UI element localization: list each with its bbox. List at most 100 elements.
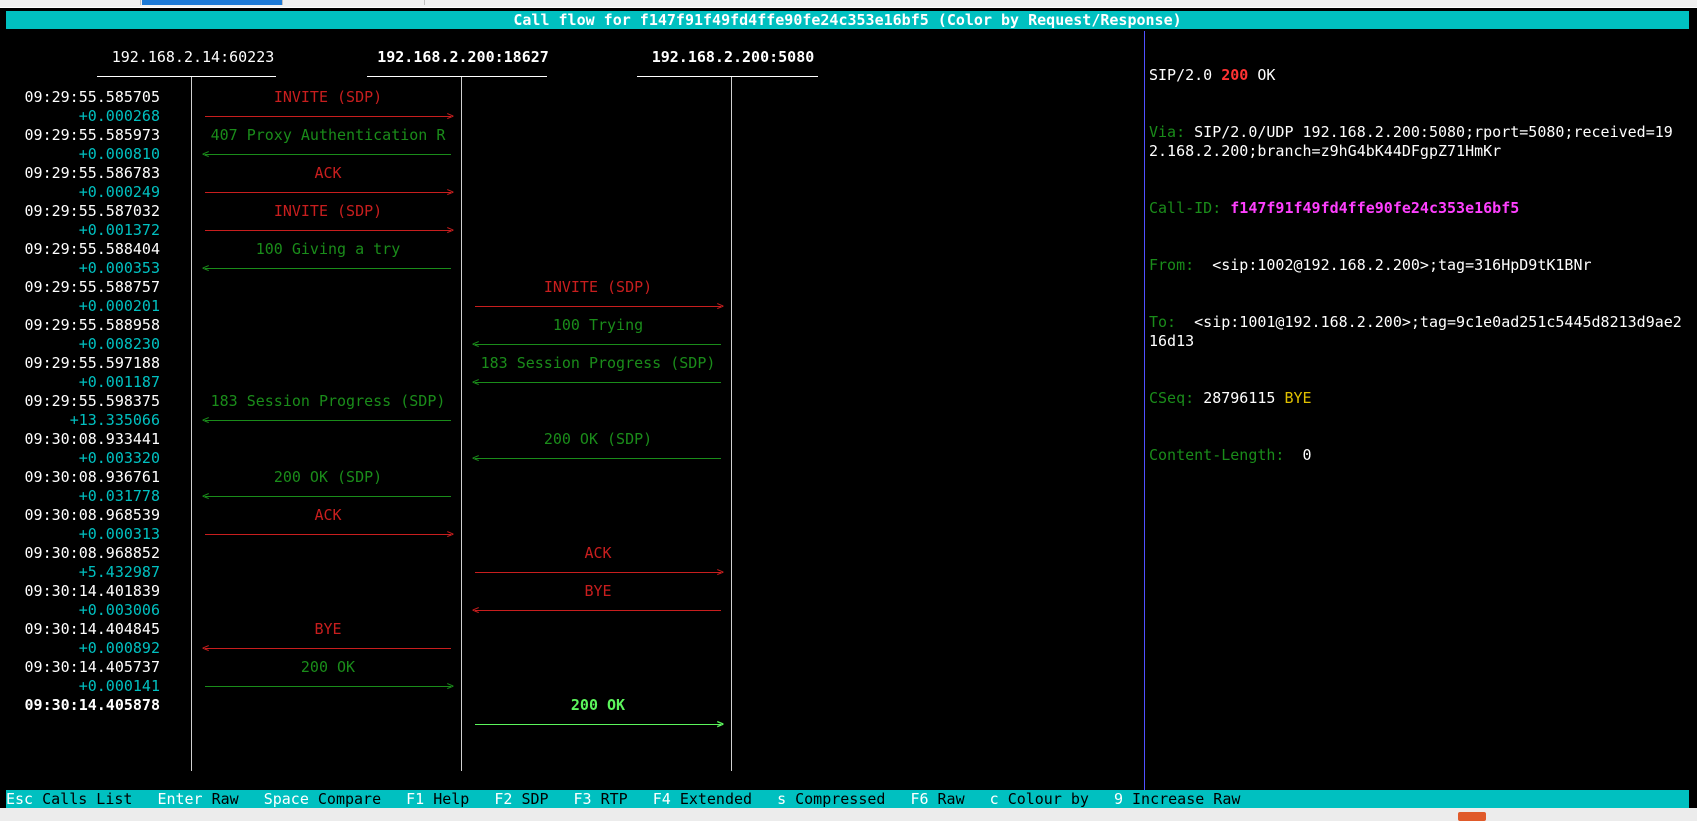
shortcut-key: 9 (1113, 790, 1123, 808)
flow-message-row[interactable]: 09:30:14.405878 200 OK > (0, 696, 1140, 734)
flow-message-row[interactable]: 09:29:55.588757 +0.000201 INVITE (SDP) > (0, 278, 1140, 316)
flow-message-row[interactable]: 09:29:55.588404 +0.000353 100 Giving a try… (0, 240, 1140, 278)
shortcut-item[interactable]: Enter Raw (157, 790, 238, 808)
arrow-right-icon: > (716, 299, 724, 313)
message-delta: +0.003320 (78, 449, 160, 467)
shortcut-item[interactable]: Esc Calls List (6, 790, 132, 808)
message-delta: +0.000313 (78, 525, 160, 543)
message-arrow: < (472, 338, 721, 350)
message-label: INVITE (SDP) (543, 278, 653, 296)
message-timestamp: 09:29:55.588757 (24, 278, 160, 296)
message-arrow: > (205, 224, 454, 236)
message-label: BYE (314, 620, 342, 638)
message-timestamp: 09:29:55.597188 (24, 354, 160, 372)
shortcut-item[interactable]: F1 Help (406, 790, 469, 808)
message-arrow: < (472, 376, 721, 388)
shortcut-label: Extended (679, 790, 753, 808)
flow-message-row[interactable]: 09:30:08.968852 +5.432987 ACK > (0, 544, 1140, 582)
message-label: 200 OK (SDP) (273, 468, 383, 486)
shortcut-item[interactable]: s Compressed (777, 790, 885, 808)
message-label: BYE (584, 582, 612, 600)
message-timestamp: 09:29:55.585973 (24, 126, 160, 144)
raw-message-panel: SIP/2.0 200 OK Via: SIP/2.0/UDP 192.168.… (1149, 28, 1689, 503)
host-label: 192.168.2.200:5080 (651, 48, 815, 66)
shortcut-item[interactable]: F3 RTP (574, 790, 628, 808)
shortcut-item[interactable]: Space Compare (264, 790, 381, 808)
flow-message-row[interactable]: 09:29:55.587032 +0.001372 INVITE (SDP) > (0, 202, 1140, 240)
flow-message-row[interactable]: 09:29:55.585973 +0.000810 407 Proxy Authen… (0, 126, 1140, 164)
message-arrow: > (205, 186, 454, 198)
shortcut-item[interactable]: c Colour by (990, 790, 1089, 808)
message-label: ACK (584, 544, 612, 562)
content-length-header: Content-Length: 0 (1149, 446, 1312, 464)
message-arrow: > (475, 718, 724, 730)
message-delta: +0.000353 (78, 259, 160, 277)
flow-message-row[interactable]: 09:29:55.586783 +0.000249 ACK > (0, 164, 1140, 202)
message-delta: +0.000268 (78, 107, 160, 125)
arrow-left-icon: < (202, 641, 210, 655)
message-arrow: > (205, 528, 454, 540)
message-label: ACK (314, 164, 342, 182)
shortcut-key: F2 (494, 790, 513, 808)
message-label: INVITE (SDP) (273, 88, 383, 106)
message-label: 100 Giving a try (255, 240, 401, 258)
message-delta: +0.000141 (78, 677, 160, 695)
shortcut-key: F4 (652, 790, 671, 808)
window-tab[interactable] (284, 0, 425, 5)
shortcut-key: c (989, 790, 999, 808)
message-arrow: < (472, 452, 721, 464)
arrow-right-icon: > (716, 717, 724, 731)
flow-message-row[interactable]: 09:29:55.588958 +0.008230 100 Trying < (0, 316, 1140, 354)
flow-message-row[interactable]: 09:30:08.968539 +0.000313 ACK > (0, 506, 1140, 544)
flow-message-row[interactable]: 09:30:14.401839 +0.003006 BYE < (0, 582, 1140, 620)
flow-message-row[interactable]: 09:29:55.597188 +0.001187 183 Session Prog… (0, 354, 1140, 392)
flow-message-row[interactable]: 09:30:08.933441 +0.003320 200 OK (SDP) < (0, 430, 1140, 468)
flow-message-row[interactable]: 09:30:08.936761 +0.031778 200 OK (SDP) < (0, 468, 1140, 506)
message-timestamp: 09:29:55.598375 (24, 392, 160, 410)
shortcut-item[interactable]: F6 Raw (910, 790, 964, 808)
message-delta: +5.432987 (78, 563, 160, 581)
flow-message-row[interactable]: 09:29:55.585705 +0.000268 INVITE (SDP) > (0, 88, 1140, 126)
panel-separator (1144, 31, 1145, 797)
shortcut-item[interactable]: F2 SDP (494, 790, 548, 808)
shortcut-key: s (777, 790, 787, 808)
message-arrow: < (202, 414, 451, 426)
terminal-screen: Call flow for f147f91f49fd4ffe90fe24c353… (0, 8, 1697, 808)
message-delta: +0.001187 (78, 373, 160, 391)
shortcut-item[interactable]: 9 Increase Raw (1114, 790, 1240, 808)
arrow-left-icon: < (202, 489, 210, 503)
message-delta: +0.008230 (78, 335, 160, 353)
message-arrow: < (202, 262, 451, 274)
call-flow-title: Call flow for f147f91f49fd4ffe90fe24c353… (6, 11, 1689, 29)
window-tab-active[interactable] (142, 0, 283, 5)
shortcut-label: SDP (521, 790, 549, 808)
message-timestamp: 09:29:55.588404 (24, 240, 160, 258)
flow-message-row[interactable]: 09:29:55.598375 +13.335066 183 Session Pro… (0, 392, 1140, 430)
status-code: 200 (1221, 66, 1249, 84)
message-label: 407 Proxy Authentication R (210, 126, 446, 144)
arrow-right-icon: > (446, 223, 454, 237)
message-timestamp: 09:29:55.587032 (24, 202, 160, 220)
status-line: SIP/2.0 200 OK (1149, 66, 1276, 84)
message-timestamp: 09:30:08.968539 (24, 506, 160, 524)
arrow-left-icon: < (202, 147, 210, 161)
message-timestamp: 09:30:14.401839 (24, 582, 160, 600)
message-arrow: > (475, 566, 724, 578)
message-label: INVITE (SDP) (273, 202, 383, 220)
message-timestamp: 09:30:14.405737 (24, 658, 160, 676)
app-icon[interactable] (1458, 812, 1486, 821)
message-timestamp: 09:30:08.936761 (24, 468, 160, 486)
message-delta: +13.335066 (69, 411, 160, 429)
window-tab[interactable] (0, 0, 141, 5)
shortcut-item[interactable]: F4 Extended (653, 790, 752, 808)
shortcut-key: F1 (406, 790, 425, 808)
flow-message-row[interactable]: 09:30:14.405737 +0.000141 200 OK > (0, 658, 1140, 696)
arrow-right-icon: > (446, 679, 454, 693)
shortcut-label: Increase Raw (1132, 790, 1241, 808)
flow-message-row[interactable]: 09:30:14.404845 +0.000892 BYE < (0, 620, 1140, 658)
callid-header: Call-ID: f147f91f49fd4ffe90fe24c353e16bf… (1149, 199, 1520, 217)
shortcut-bar: Esc Calls List Enter Raw Space Compare F1 H… (6, 790, 1689, 808)
message-arrow: < (202, 642, 451, 654)
message-delta: +0.000810 (78, 145, 160, 163)
message-arrow: > (205, 110, 454, 122)
